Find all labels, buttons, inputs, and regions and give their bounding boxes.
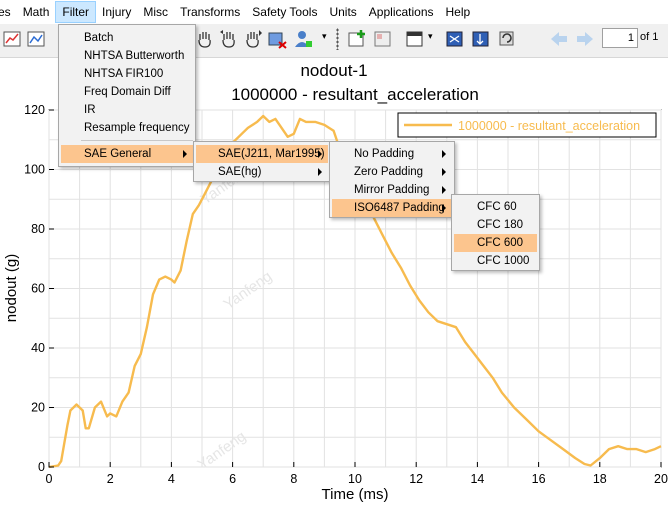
- menu-item-nhtsa-butterworth[interactable]: NHTSA Butterworth: [61, 47, 193, 65]
- x-tick-label: 16: [532, 472, 546, 486]
- filter-menu: Batch NHTSA Butterworth NHTSA FIR100 Fre…: [58, 24, 196, 167]
- x-tick-label: 18: [593, 472, 607, 486]
- y-tick-label: 40: [31, 341, 45, 355]
- menu-item-nhtsa-fir100[interactable]: NHTSA FIR100: [61, 65, 193, 83]
- menu-item-sae-hg[interactable]: SAE(hg): [196, 163, 328, 181]
- y-tick-label: 120: [24, 103, 45, 117]
- legend: 1000000 - resultant_acceleration: [397, 112, 657, 138]
- menu-item-sae-j211-label: SAE(J211, Mar1995): [218, 148, 325, 160]
- menu-item-sae-j211[interactable]: SAE(J211, Mar1995): [196, 145, 328, 163]
- menu-item-cfc-600[interactable]: CFC 600: [454, 234, 537, 252]
- y-tick-label: 20: [31, 401, 45, 415]
- menu-item-batch[interactable]: Batch: [61, 29, 193, 47]
- menu-item-sae-hg-label: SAE(hg): [218, 166, 262, 178]
- x-tick-label: 0: [46, 472, 53, 486]
- menu-divider: [81, 140, 193, 141]
- menu-item-freq-domain-diff[interactable]: Freq Domain Diff: [61, 83, 193, 101]
- x-axis-label: Time (ms): [322, 486, 389, 503]
- y-tick-label: 60: [31, 282, 45, 296]
- menu-item-sae-general-label: SAE General: [84, 148, 152, 160]
- submenu-arrow-icon: [442, 204, 446, 212]
- submenu-arrow-icon: [183, 150, 187, 158]
- menu-item-iso6487-padding[interactable]: ISO6487 Padding: [332, 199, 452, 217]
- menu-item-zero-padding-label: Zero Padding: [354, 166, 424, 178]
- x-tick-label: 2: [107, 472, 114, 486]
- x-tick-label: 4: [168, 472, 175, 486]
- x-tick-label: 14: [470, 472, 484, 486]
- y-tick-label: 80: [31, 222, 45, 236]
- submenu-arrow-icon: [318, 150, 322, 158]
- iso6487-submenu: CFC 60 CFC 180 CFC 600 CFC 1000: [451, 194, 540, 271]
- submenu-arrow-icon: [442, 168, 446, 176]
- x-tick-label: 12: [409, 472, 423, 486]
- menu-item-no-padding[interactable]: No Padding: [332, 145, 452, 163]
- x-tick-label: 20: [654, 472, 668, 486]
- sae-general-submenu: SAE(J211, Mar1995) SAE(hg): [193, 141, 331, 182]
- y-tick-label: 100: [24, 163, 45, 177]
- menu-item-mirror-padding[interactable]: Mirror Padding: [332, 181, 452, 199]
- sae-j211-submenu: No Padding Zero Padding Mirror Padding I…: [329, 141, 455, 218]
- menu-item-resample-frequency[interactable]: Resample frequency: [61, 119, 193, 137]
- x-tick-label: 6: [229, 472, 236, 486]
- menu-item-cfc-180[interactable]: CFC 180: [454, 216, 537, 234]
- menu-item-zero-padding[interactable]: Zero Padding: [332, 163, 452, 181]
- y-axis-label: nodout (g): [3, 254, 20, 322]
- y-tick-label: 0: [38, 460, 45, 474]
- menu-item-iso6487-padding-label: ISO6487 Padding: [354, 202, 445, 214]
- menu-item-no-padding-label: No Padding: [354, 148, 415, 160]
- menu-item-sae-general[interactable]: SAE General: [61, 145, 193, 163]
- legend-entry: 1000000 - resultant_acceleration: [458, 119, 640, 133]
- x-tick-label: 10: [348, 472, 362, 486]
- menu-item-cfc-1000[interactable]: CFC 1000: [454, 252, 537, 270]
- chart-title: 1000000 - resultant_acceleration: [231, 85, 479, 104]
- menu-item-cfc-60[interactable]: CFC 60: [454, 198, 537, 216]
- submenu-arrow-icon: [318, 168, 322, 176]
- menu-item-mirror-padding-label: Mirror Padding: [354, 184, 430, 196]
- menu-item-ir[interactable]: IR: [61, 101, 193, 119]
- submenu-arrow-icon: [442, 186, 446, 194]
- submenu-arrow-icon: [442, 150, 446, 158]
- x-tick-label: 8: [290, 472, 297, 486]
